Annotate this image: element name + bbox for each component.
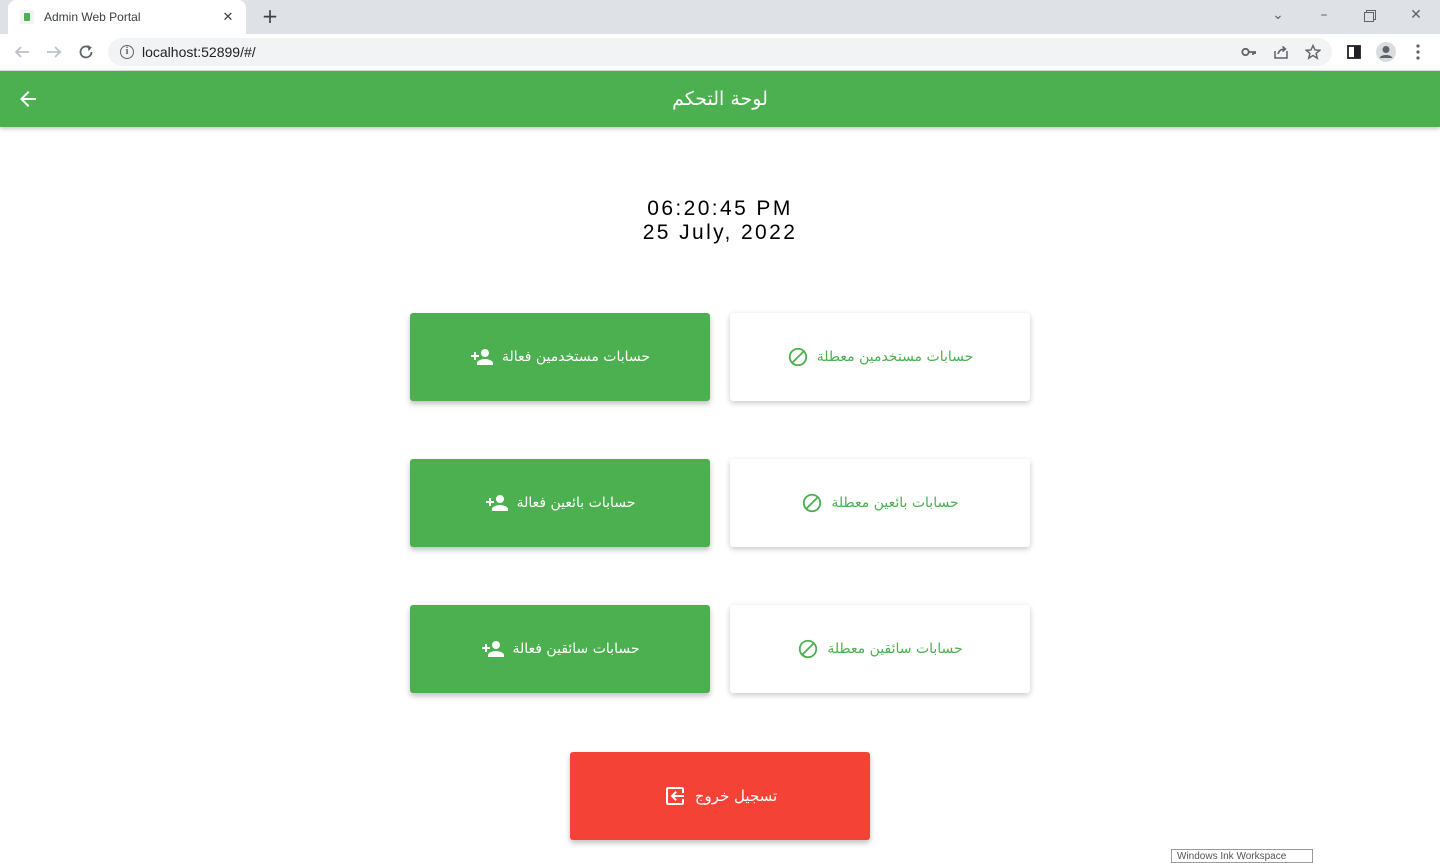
share-icon[interactable]: [1272, 43, 1290, 61]
active-sellers-label: حسابات بائعين فعالة: [516, 495, 636, 511]
arrow-back-icon[interactable]: [16, 87, 40, 111]
ink-workspace-tooltip: Windows Ink Workspace: [1171, 849, 1313, 863]
block-icon: [799, 639, 818, 659]
clock-time: 06:20:45 PM: [647, 197, 793, 220]
active-drivers-button[interactable]: حسابات سائقين فعالة: [410, 605, 710, 693]
browser-tab[interactable]: Admin Web Portal ✕: [8, 0, 246, 34]
blocked-drivers-button[interactable]: حسابات سائقين معطلة: [730, 605, 1030, 693]
tab-search-icon[interactable]: ⌄: [1264, 4, 1292, 28]
bookmark-star-icon[interactable]: [1304, 43, 1322, 61]
key-icon[interactable]: [1240, 43, 1258, 61]
site-info-icon[interactable]: i: [120, 45, 134, 59]
blocked-users-button[interactable]: حسابات مستخدمين معطلة: [730, 313, 1030, 401]
reload-icon[interactable]: [74, 40, 98, 64]
tab-title: Admin Web Portal: [44, 10, 141, 24]
browser-menu-icon[interactable]: [1406, 40, 1430, 64]
block-icon: [788, 347, 807, 367]
minimize-button[interactable]: –: [1310, 4, 1338, 28]
browser-tab-strip: Admin Web Portal ✕ + ⌄ – ✕: [0, 0, 1440, 34]
blocked-users-label: حسابات مستخدمين معطلة: [816, 349, 974, 365]
person-add-icon: [481, 641, 504, 657]
logout-label: تسجيل خروج: [694, 787, 778, 805]
blocked-sellers-label: حسابات بائعين معطلة: [831, 495, 959, 511]
block-icon: [803, 493, 822, 513]
blocked-drivers-label: حسابات سائقين معطلة: [827, 641, 963, 657]
person-add-icon: [470, 349, 493, 365]
side-panel-icon[interactable]: [1342, 40, 1366, 64]
address-bar[interactable]: i localhost:52899/#/: [108, 38, 1332, 66]
favicon-icon: [20, 10, 34, 24]
logout-button[interactable]: تسجيل خروج: [570, 752, 870, 840]
new-tab-button[interactable]: +: [258, 5, 282, 29]
active-drivers-label: حسابات سائقين فعالة: [512, 641, 640, 657]
close-tab-icon[interactable]: ✕: [220, 10, 236, 25]
url-text[interactable]: localhost:52899/#/: [142, 44, 256, 60]
page-title: لوحة التحكم: [672, 88, 768, 110]
active-users-button[interactable]: حسابات مستخدمين فعالة: [410, 313, 710, 401]
browser-forward-icon[interactable]: [42, 40, 66, 64]
logout-icon: [665, 787, 684, 805]
person-add-icon: [485, 495, 508, 511]
close-window-button[interactable]: ✕: [1402, 4, 1430, 28]
profile-avatar-icon[interactable]: [1374, 40, 1398, 64]
active-sellers-button[interactable]: حسابات بائعين فعالة: [410, 459, 710, 547]
blocked-sellers-button[interactable]: حسابات بائعين معطلة: [730, 459, 1030, 547]
clock-date: 25 July, 2022: [642, 221, 798, 244]
browser-back-icon[interactable]: [10, 40, 34, 64]
app-bar: لوحة التحكم: [0, 71, 1440, 127]
restore-button[interactable]: [1356, 4, 1384, 28]
active-users-label: حسابات مستخدمين فعالة: [501, 349, 651, 365]
browser-toolbar: i localhost:52899/#/: [0, 34, 1440, 71]
clock-display: 06:20:45 PM 25 July, 2022: [0, 197, 1440, 245]
